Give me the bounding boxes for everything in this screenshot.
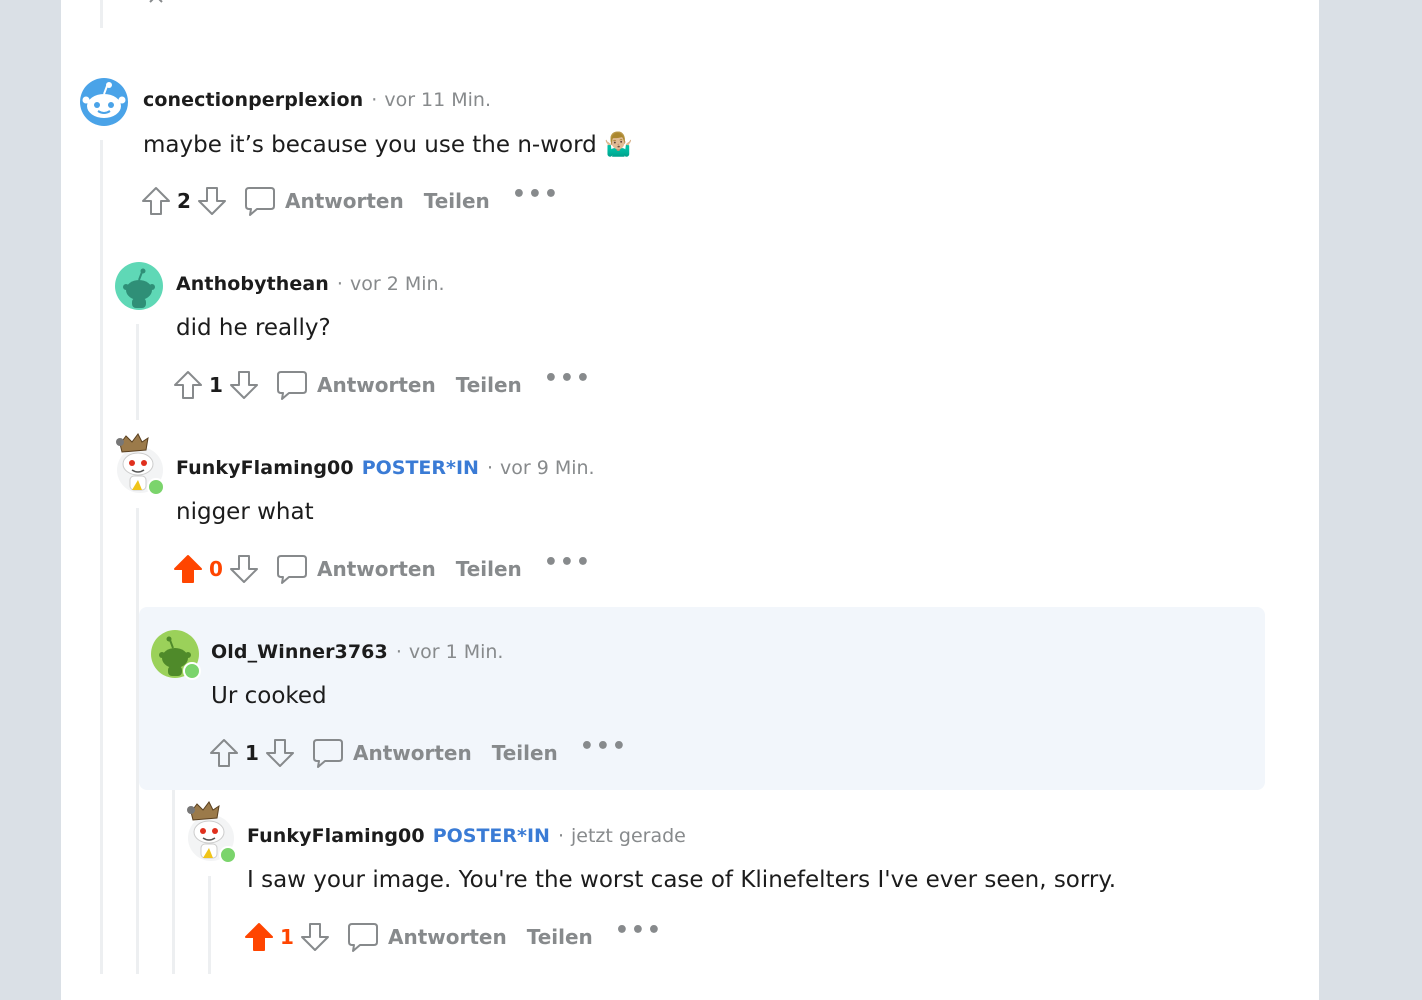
thread-line[interactable] [136,324,139,420]
op-badge: POSTER*IN [432,825,550,847]
comment-text: did he really? [176,315,331,341]
thread-line[interactable] [100,0,103,28]
comment-meta: FunkyFlaming00 POSTER*IN · vor 9 Min. [176,457,595,479]
reply-button[interactable]: Antworten [275,552,436,586]
reply-button[interactable]: Antworten [346,920,507,954]
upvote-arrow-filled-icon [245,923,273,951]
comment-bubble-icon [245,187,275,216]
downvote-arrow-icon [198,187,226,215]
upvote-button[interactable] [207,736,241,770]
share-button[interactable]: Teilen [424,189,490,213]
timestamp[interactable]: vor 1 Min. [409,641,504,663]
separator: · [486,457,493,479]
teal-snoo-avatar-icon[interactable] [115,262,163,310]
reply-button[interactable]: Antworten [311,736,472,770]
downvote-button[interactable] [298,920,332,954]
share-button[interactable]: Teilen [492,741,558,765]
comment-text: I saw your image. You're the worst case … [247,867,1117,893]
more-options-button[interactable]: ••• [580,736,628,758]
vote-score: 2 [177,189,191,213]
comment-bubble-icon [277,555,307,584]
vote-score: 1 [245,741,259,765]
more-options-button[interactable]: ••• [544,552,592,574]
separator: · [336,273,343,295]
vote-score: 0 [209,557,223,581]
online-status-indicator [219,846,237,864]
comment-meta: FunkyFlaming00 POSTER*IN · jetzt gerade [247,825,686,847]
thread-line[interactable] [100,140,103,974]
thread-line[interactable] [208,876,211,974]
username[interactable]: conectionperplexion [143,89,363,111]
reply-button[interactable]: Antworten [275,368,436,402]
upvote-arrow-icon [142,187,170,215]
separator: · [371,89,378,111]
downvote-arrow-icon [230,555,258,583]
comment-meta: conectionperplexion · vor 11 Min. [143,89,491,111]
username[interactable]: FunkyFlaming00 [176,457,354,479]
more-options-button[interactable]: ••• [615,920,663,942]
downvote-button[interactable] [263,736,297,770]
timestamp[interactable]: jetzt gerade [571,825,686,847]
timestamp[interactable]: vor 9 Min. [500,457,595,479]
blue-snoo-avatar-icon[interactable] [80,78,128,126]
comment-actions: 2 Antworten Teilen ••• [139,183,560,219]
username[interactable]: Old_Winner3763 [211,641,388,663]
share-button[interactable]: Teilen [527,925,593,949]
downvote-button[interactable] [195,184,229,218]
reply-button[interactable]: Antworten [243,184,404,218]
upvote-arrow-icon [210,739,238,767]
share-button[interactable]: Teilen [456,373,522,397]
downvote-arrow-icon [230,371,258,399]
op-badge: POSTER*IN [361,457,479,479]
downvote-arrow-icon [301,923,329,951]
comment-text: nigger what [176,499,314,525]
comment-actions: 1 Antworten Teilen ••• [242,919,663,955]
timestamp[interactable]: vor 2 Min. [350,273,445,295]
separator: · [557,825,564,847]
clipped-actions [140,0,300,6]
comment-bubble-icon [313,739,343,768]
downvote-arrow-icon [266,739,294,767]
upvote-button[interactable] [242,920,276,954]
reply-label: Antworten [388,925,507,949]
timestamp[interactable]: vor 11 Min. [384,89,491,111]
username[interactable]: FunkyFlaming00 [247,825,425,847]
separator: · [395,641,402,663]
downvote-button[interactable] [227,552,261,586]
reply-label: Antworten [285,189,404,213]
share-button[interactable]: Teilen [456,557,522,581]
more-options-button[interactable]: ••• [544,368,592,390]
upvote-button[interactable] [171,552,205,586]
reply-label: Antworten [317,557,436,581]
vote-score: 1 [280,925,294,949]
comment-bubble-icon [277,371,307,400]
comment-actions: 0 Antworten Teilen ••• [171,551,592,587]
upvote-button[interactable] [139,184,173,218]
comment-actions: 1 Antworten Teilen ••• [207,735,628,771]
more-options-button[interactable]: ••• [512,184,560,206]
vote-score: 1 [209,373,223,397]
username[interactable]: Anthobythean [176,273,329,295]
reply-label: Antworten [353,741,472,765]
comment-text: Ur cooked [211,683,327,709]
upvote-arrow-filled-icon [174,555,202,583]
online-status-indicator [183,662,201,680]
online-status-indicator [147,478,165,496]
comment-meta: Old_Winner3763 · vor 1 Min. [211,641,503,663]
upvote-button[interactable] [171,368,205,402]
comment-text: maybe it’s because you use the n-word 🤷🏼… [143,132,633,158]
comment-actions: 1 Antworten Teilen ••• [171,367,592,403]
reply-label: Antworten [317,373,436,397]
downvote-button[interactable] [227,368,261,402]
comment-meta: Anthobythean · vor 2 Min. [176,273,445,295]
upvote-arrow-icon [174,371,202,399]
comment-bubble-icon [348,923,378,952]
